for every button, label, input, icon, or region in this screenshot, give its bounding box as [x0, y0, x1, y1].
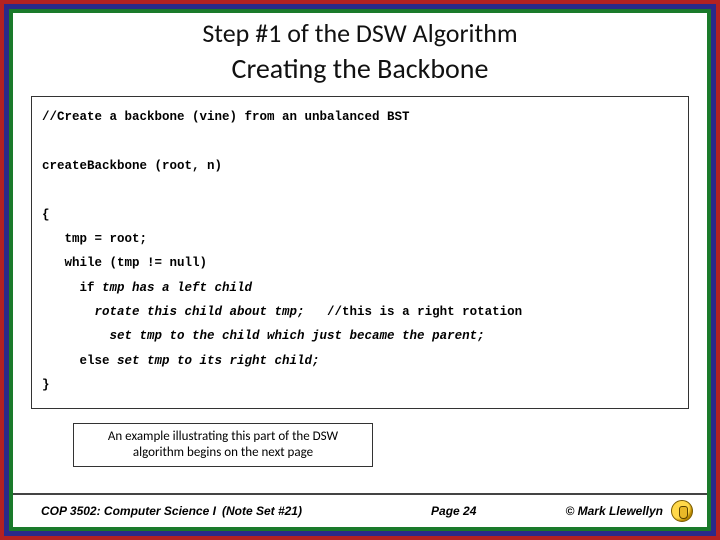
code-line-italic: set tmp to the child which just became t… [42, 329, 485, 343]
footer-page: Page 24 [302, 504, 565, 518]
slide-title-line2: Creating the Backbone [13, 51, 707, 86]
frame-mid: Step #1 of the DSW Algorithm Creating th… [4, 4, 716, 536]
ucf-logo-icon [671, 500, 693, 522]
title-block: Step #1 of the DSW Algorithm Creating th… [13, 13, 707, 92]
footer-course: COP 3502: Computer Science I [41, 504, 216, 518]
code-line: { [42, 208, 50, 222]
code-line: } [42, 378, 50, 392]
code-line: tmp = root; [42, 232, 147, 246]
slide-title-line1: Step #1 of the DSW Algorithm [13, 17, 707, 49]
code-line-italic: set tmp to its right child; [117, 354, 320, 368]
note-text: An example illustrating this part of the… [108, 429, 338, 460]
code-line: //Create a backbone (vine) from an unbal… [42, 110, 410, 124]
code-line: else [42, 354, 117, 368]
pseudocode-box: //Create a backbone (vine) from an unbal… [31, 96, 689, 409]
code-comment: //this is a right rotation [305, 305, 523, 319]
code-line: createBackbone (root, n) [42, 159, 222, 173]
note-box: An example illustrating this part of the… [73, 423, 373, 468]
code-line-italic: rotate this child about tmp; [42, 305, 305, 319]
code-line: if [42, 281, 102, 295]
footer-noteset: (Note Set #21) [222, 504, 302, 518]
slide-content: Step #1 of the DSW Algorithm Creating th… [9, 9, 711, 531]
code-line-italic: tmp has a left child [102, 281, 252, 295]
frame-outer: Step #1 of the DSW Algorithm Creating th… [0, 0, 720, 540]
code-line: while (tmp != null) [42, 256, 207, 270]
footer-author: © Mark Llewellyn [565, 504, 663, 518]
slide-footer: COP 3502: Computer Science I (Note Set #… [13, 493, 707, 527]
